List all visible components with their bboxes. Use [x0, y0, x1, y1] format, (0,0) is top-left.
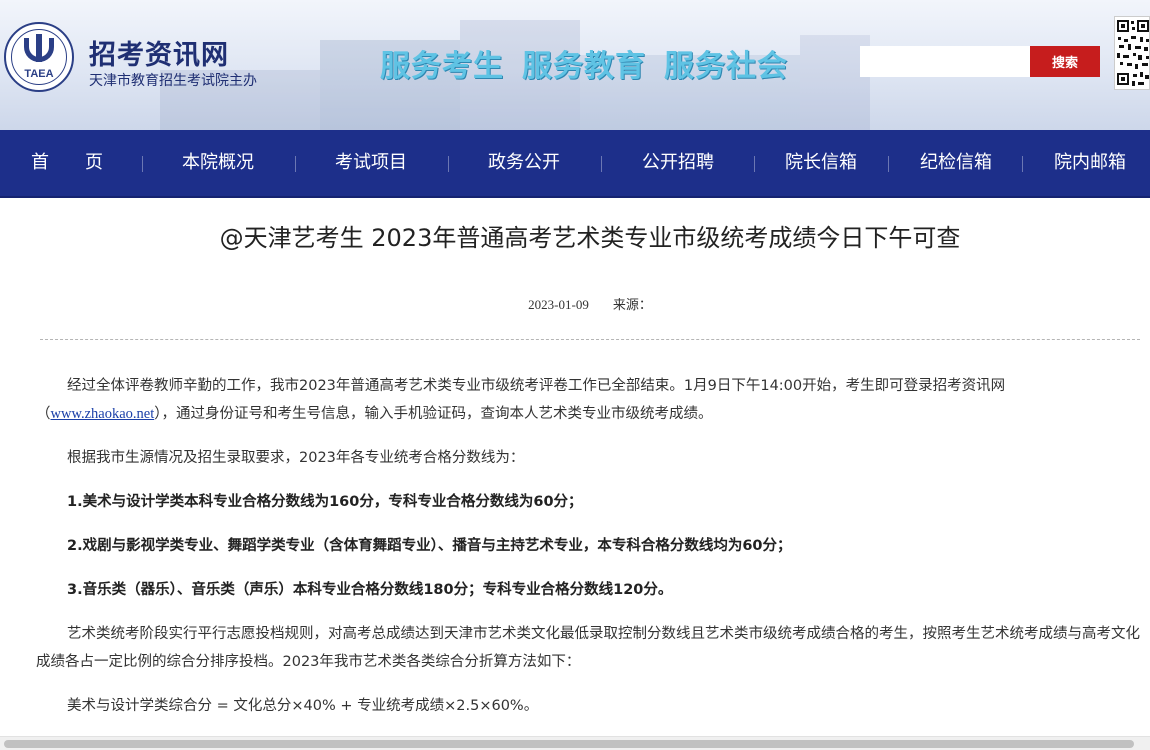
nav-item-gov-info[interactable]: 政务公开	[476, 130, 572, 196]
scrollbar-thumb[interactable]	[4, 740, 1134, 748]
nav-item-internal-mail[interactable]: 院内邮箱	[1042, 130, 1138, 196]
slogan-item: 服务教育	[522, 49, 646, 84]
qr-code-icon	[1114, 16, 1150, 90]
horizontal-scrollbar[interactable]	[0, 736, 1150, 750]
search-input[interactable]	[860, 46, 1030, 77]
article-body: 经过全体评卷教师辛勤的工作，我市2023年普通高考艺术类专业市级统考评卷工作已全…	[36, 372, 1144, 736]
slogan-item: 服务社会	[664, 49, 788, 84]
nav-item-exams[interactable]: 考试项目	[323, 130, 419, 196]
nav-separator	[295, 156, 296, 172]
main-nav: 首 页 本院概况 考试项目 政务公开 公开招聘 院长信箱 纪检信箱 院内邮箱	[0, 130, 1150, 198]
nav-item-discipline-mailbox[interactable]: 纪检信箱	[908, 130, 1004, 196]
search-button[interactable]: 搜索	[1030, 46, 1100, 77]
site-subtitle: 天津市教育招生考试院主办	[89, 73, 257, 89]
paragraph-text: ），通过身份证号和考生号信息，输入手机验证码，查询本人艺术类专业市级统考成绩。	[154, 406, 713, 422]
paragraph: 经过全体评卷教师辛勤的工作，我市2023年普通高考艺术类专业市级统考评卷工作已全…	[36, 372, 1144, 428]
logo-abbr: TAEA	[24, 68, 54, 80]
slogan: 服务考生 服务教育 服务社会	[380, 41, 806, 85]
site-logo[interactable]: TAEA	[4, 22, 74, 92]
nav-separator	[601, 156, 602, 172]
logo-mark-icon	[36, 34, 42, 62]
slogan-item: 服务考生	[380, 49, 504, 84]
nav-item-president-mailbox[interactable]: 院长信箱	[773, 130, 869, 196]
article-date: 2023-01-09	[528, 297, 589, 312]
nav-separator	[448, 156, 449, 172]
paragraph-bold: 1.美术与设计学类本科专业合格分数线为160分，专科专业合格分数线为60分；	[67, 494, 583, 510]
article-source-label: 来源：	[612, 298, 652, 313]
paragraph-bold: 3.音乐类（器乐）、音乐类（声乐）本科专业合格分数线180分；专科专业合格分数线…	[67, 582, 673, 598]
paragraph: 根据我市生源情况及招生录取要求，2023年各专业统考合格分数线为：	[67, 450, 525, 466]
nav-separator	[754, 156, 755, 172]
paragraph: 美术与设计学类综合分 = 文化总分×40% + 专业统考成绩×2.5×60%。	[67, 698, 539, 714]
nav-separator	[1022, 156, 1023, 172]
article-title: @天津艺考生 2023年普通高考艺术类专业市级统考成绩今日下午可查	[219, 224, 961, 252]
nav-separator	[888, 156, 889, 172]
nav-item-recruitment[interactable]: 公开招聘	[630, 130, 726, 196]
nav-item-about[interactable]: 本院概况	[170, 130, 266, 196]
nav-separator	[142, 156, 143, 172]
site-header: TAEA 招考资讯网 天津市教育招生考试院主办 服务考生 服务教育 服务社会 搜索	[0, 0, 1150, 130]
zhaokao-link[interactable]: www.zhaokao.net	[51, 406, 155, 422]
nav-item-home[interactable]: 首 页	[20, 130, 114, 196]
paragraph: 艺术类统考阶段实行平行志愿投档规则，对高考总成绩达到天津市艺术类文化最低录取控制…	[36, 626, 1140, 670]
paragraph-bold: 2.戏剧与影视学类专业、舞蹈学类专业（含体育舞蹈专业）、播音与主持艺术专业，本专…	[67, 538, 792, 554]
site-name[interactable]: 招考资讯网	[89, 33, 229, 72]
article-meta: 2023-01-09 来源：	[0, 294, 1150, 313]
divider	[40, 339, 1140, 340]
